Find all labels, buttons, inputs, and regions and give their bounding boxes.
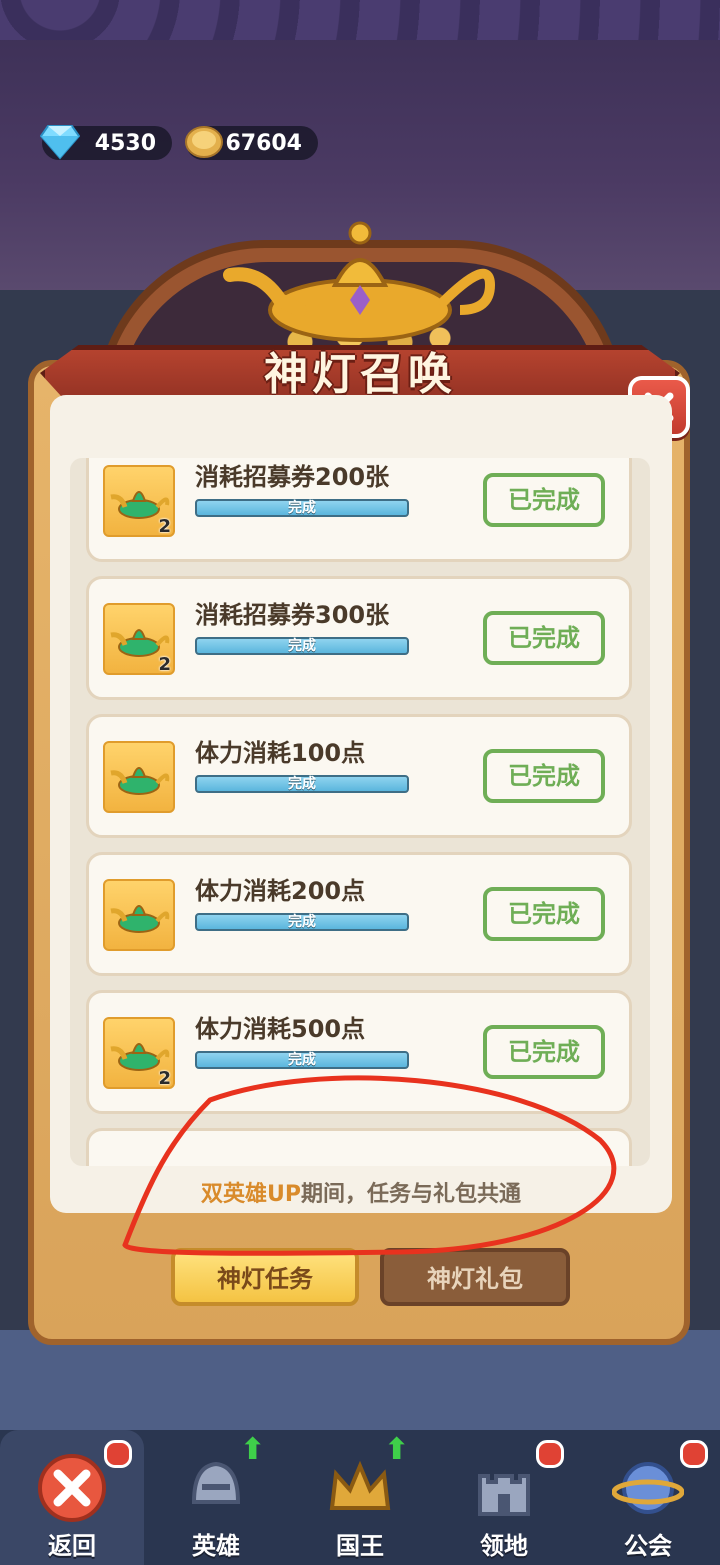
nav-guild[interactable]: 公会: [576, 1430, 720, 1565]
planet-icon: [611, 1452, 685, 1524]
nav-label: 返回: [48, 1532, 96, 1560]
bottom-nav: 返回 ⬆ 英雄 ⬆ 国王 领地 公会: [0, 1430, 720, 1565]
nav-label: 英雄: [192, 1532, 240, 1560]
nav-label: 公会: [624, 1532, 672, 1560]
upgrade-arrow-icon: ⬆: [384, 1432, 410, 1467]
nav-label: 领地: [480, 1532, 528, 1560]
castle-icon: [468, 1452, 540, 1524]
nav-territory[interactable]: 领地: [432, 1430, 576, 1565]
notification-dot: [680, 1440, 708, 1468]
red-annotation-circle: [122, 1075, 617, 1256]
upgrade-arrow-icon: ⬆: [240, 1432, 266, 1467]
notification-dot: [536, 1440, 564, 1468]
notification-dot: [104, 1440, 132, 1468]
nav-king[interactable]: ⬆ 国王: [288, 1430, 432, 1565]
nav-heroes[interactable]: ⬆ 英雄: [144, 1430, 288, 1565]
nav-label: 国王: [336, 1532, 384, 1560]
nav-back[interactable]: 返回: [0, 1430, 144, 1565]
close-icon: [36, 1452, 108, 1524]
